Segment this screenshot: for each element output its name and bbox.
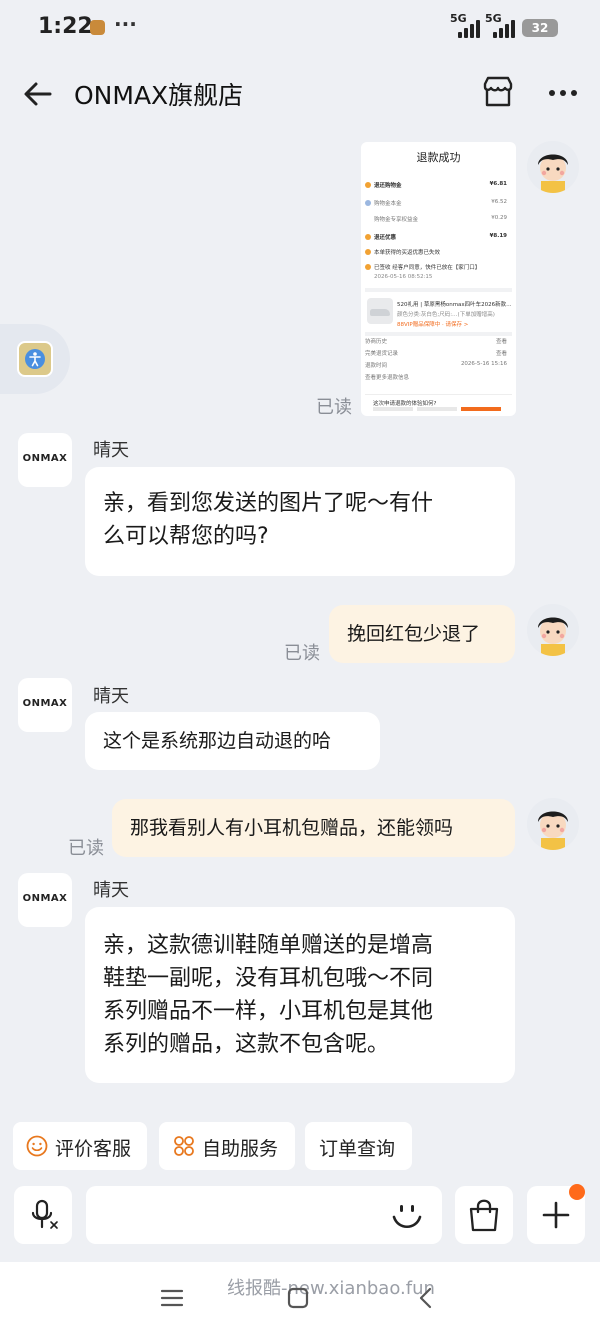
shop-logo: ONMAX (22, 698, 68, 709)
screenshot-row: 购物金专享权益金 ¥0.29 (374, 215, 507, 223)
grid-icon (174, 1136, 194, 1156)
plus-icon (542, 1201, 570, 1229)
product-title: 520礼用 | 草原黑杨onmax四叶车2026新款… (397, 302, 512, 308)
quick-action-rate-service[interactable]: 评价客服 (13, 1122, 147, 1170)
microphone-icon (31, 1199, 58, 1229)
screenshot-detail-row: 退款时间 2026-5-16 15:16 (365, 361, 507, 369)
screenshot-detail-row: 查看更多退款信息 (365, 375, 410, 381)
product-thumbnail (367, 298, 393, 324)
shop-logo: ONMAX (22, 893, 68, 904)
screenshot-row: 退还购物金 ¥6.81 (365, 181, 507, 191)
message-line: 系列的赠品，这款不包含呢。 (103, 1032, 390, 1057)
notification-dot (569, 1184, 585, 1200)
quick-action-self-service[interactable]: 自助服务 (159, 1122, 295, 1170)
sender-name: 晴天 (93, 686, 129, 707)
product-tag: 88VIP赠品保障中 · 请保存 > (397, 322, 469, 328)
app-notification-icon (90, 20, 105, 35)
screenshot-row: 2026-05-16 08:52:15 (374, 274, 433, 280)
battery-icon: 32 (522, 19, 558, 37)
message-input[interactable] (86, 1186, 442, 1244)
user-avatar[interactable] (527, 604, 579, 656)
user-avatar[interactable] (527, 798, 579, 850)
emoji-icon[interactable] (390, 1200, 424, 1232)
quick-action-order-query[interactable]: 订单查询 (305, 1122, 412, 1170)
message-bubble-shop[interactable]: 亲，这款德训鞋随单赠送的是增高 鞋垫一副呢，没有耳机包哦～不同 系列赠品不一样，… (85, 907, 515, 1083)
screenshot-row: 已签收 经客户同意，快件已放在【家门口】 (365, 263, 507, 273)
screenshot-title: 退款成功 (416, 151, 461, 164)
chat-header: ONMAX旗舰店 (0, 56, 600, 132)
screenshot-row: 本单获得的买返优惠已失效 (365, 248, 507, 258)
screenshot-row: 退还优惠 ¥8.19 (365, 233, 507, 243)
quick-action-label: 订单查询 (319, 1138, 396, 1160)
message-bubble-shop[interactable]: 这个是系统那边自动退的哈 (85, 712, 380, 770)
message-bubble-shop[interactable]: 亲，看到您发送的图片了呢～有什 么可以帮您的吗? (85, 467, 515, 576)
more-options-icon[interactable] (546, 78, 580, 108)
signal-label: 5G (485, 12, 502, 25)
read-receipt: 已读 (284, 643, 320, 664)
order-bag-button[interactable] (455, 1186, 513, 1244)
back-arrow-icon[interactable] (22, 78, 54, 110)
refund-screenshot-image[interactable]: 退款成功 退还购物金 ¥6.81 购物金本金 ¥6.52 购物金专享权益金 ¥0.29… (361, 142, 516, 416)
read-receipt: 已读 (68, 838, 104, 859)
store-icon[interactable] (480, 74, 516, 110)
quick-action-label: 评价客服 (55, 1138, 132, 1160)
user-avatar[interactable] (527, 141, 579, 193)
shop-logo: ONMAX (22, 453, 68, 464)
message-line: 么可以帮您的吗? (103, 524, 269, 549)
back-nav-icon[interactable] (414, 1286, 438, 1310)
smiley-icon (26, 1135, 48, 1157)
signal-label: 5G (450, 12, 467, 25)
shopping-bag-icon (469, 1199, 499, 1232)
status-bar: 1:22 ··· 5G 5G 32 (0, 0, 600, 56)
message-line: 这个是系统那边自动退的哈 (103, 730, 332, 752)
message-line: 系列赠品不一样，小耳机包是其他 (103, 999, 434, 1024)
screenshot-detail-row: 完美退货记录 查看 (365, 351, 507, 357)
message-line: 亲，这款德训鞋随单赠送的是增高 (103, 933, 434, 958)
page-title: ONMAX旗舰店 (74, 81, 244, 110)
signal-icon: 5G (485, 12, 515, 38)
product-spec: 颜色分类:灰白色;尺码:…(下单加赠增高) (397, 312, 495, 318)
shop-avatar[interactable]: ONMAX (18, 433, 72, 487)
message-bubble-user[interactable]: 那我看别人有小耳机包赠品，还能领吗 (112, 799, 515, 857)
voice-input-button[interactable] (14, 1186, 72, 1244)
shop-avatar[interactable]: ONMAX (18, 873, 72, 927)
home-icon[interactable] (286, 1286, 310, 1310)
message-line: 亲，看到您发送的图片了呢～有什 (103, 491, 434, 516)
accessibility-float-button[interactable] (0, 324, 70, 394)
sender-name: 晴天 (93, 880, 129, 901)
screenshot-survey: 这次申请退款的体验如何? (365, 394, 512, 412)
more-notifications-icon: ··· (114, 12, 137, 36)
input-bar (0, 1176, 600, 1256)
watermark-text: 线报酷-new.xianbao.fun (227, 1278, 435, 1299)
message-bubble-user[interactable]: 挽回红包少退了 (329, 605, 515, 663)
system-nav-bar: 线报酷-new.xianbao.fun (0, 1262, 600, 1333)
read-receipt: 已读 (316, 397, 352, 418)
screenshot-detail-row: 协商历史 查看 (365, 339, 507, 345)
status-time: 1:22 (38, 14, 93, 39)
menu-icon[interactable] (160, 1286, 184, 1310)
sender-name: 晴天 (93, 440, 129, 461)
quick-action-label: 自助服务 (202, 1138, 279, 1160)
signal-icon: 5G (450, 12, 480, 38)
accessibility-icon (17, 341, 53, 377)
message-line: 鞋垫一副呢，没有耳机包哦～不同 (103, 966, 434, 991)
screenshot-row: 购物金本金 ¥6.52 (365, 199, 507, 209)
shop-avatar[interactable]: ONMAX (18, 678, 72, 732)
